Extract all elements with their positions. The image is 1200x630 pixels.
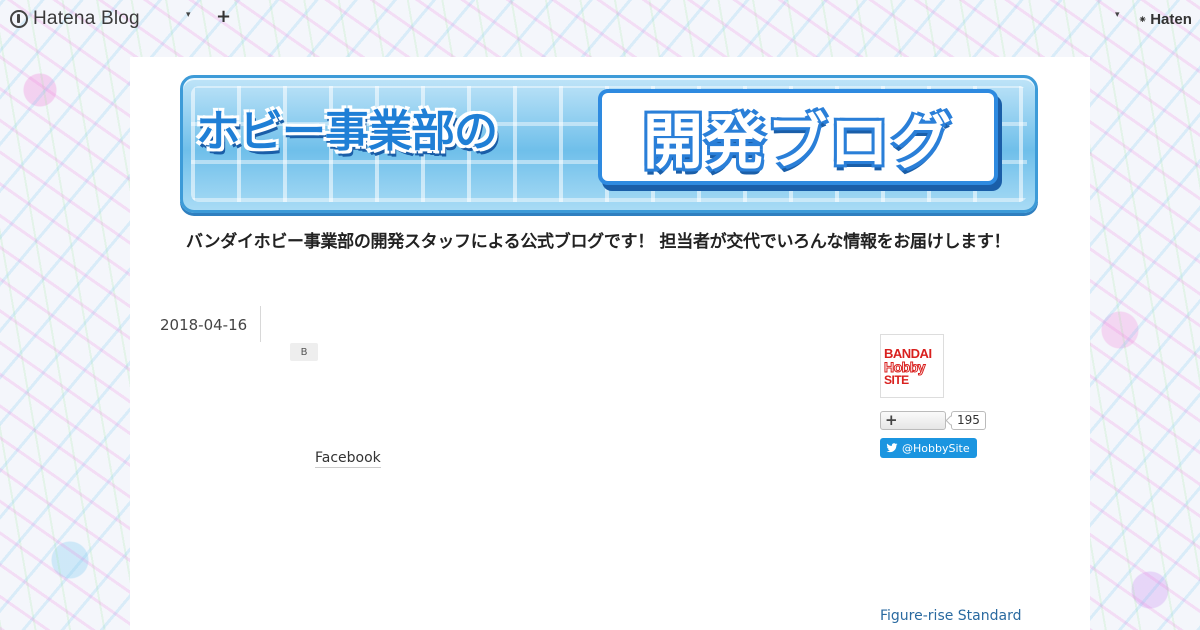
subscriber-count: 195 bbox=[951, 411, 986, 430]
blog-header-banner[interactable]: ホビー事業部の 開発ブログ バンダイホビー事業部の開発スタッフによる公式ブログで… bbox=[178, 67, 1045, 259]
entry-date[interactable]: 2018-04-16 bbox=[160, 316, 247, 334]
twitter-follow-button[interactable]: @HobbySite bbox=[880, 438, 977, 458]
facebook-share-link[interactable]: Facebook bbox=[315, 450, 381, 468]
twitter-handle-label: @HobbySite bbox=[902, 441, 970, 455]
banner-title-left: ホビー事業部の bbox=[196, 106, 498, 157]
new-post-button[interactable]: + bbox=[216, 6, 231, 27]
profile-logo-line3: SITE bbox=[884, 372, 909, 387]
profile-avatar[interactable]: BANDAI Hobby SITE bbox=[880, 334, 944, 398]
banner-title-right: 開発ブログ bbox=[643, 107, 953, 178]
hatena-logo-icon bbox=[10, 10, 28, 28]
global-header: Hatena Blog ▾ + ▾ ⁕ Haten bbox=[0, 0, 1200, 38]
date-divider bbox=[260, 306, 261, 342]
hatena-right-logo-text: Haten bbox=[1150, 11, 1192, 28]
hatena-wifi-icon: ⁕ bbox=[1138, 13, 1148, 26]
right-menu-caret-icon[interactable]: ▾ bbox=[1115, 10, 1120, 20]
subscribe-button[interactable]: + bbox=[880, 411, 946, 430]
sidebar-category-link[interactable]: Figure-rise Standard bbox=[880, 608, 1022, 624]
hatena-bookmark-button[interactable]: B bbox=[290, 343, 318, 361]
blog-tagline: バンダイホビー事業部の開発スタッフによる公式ブログです！ 担当者が交代でいろんな… bbox=[186, 232, 1011, 252]
profile-logo-line1: BANDAI bbox=[884, 345, 932, 361]
blog-container: ホビー事業部の 開発ブログ バンダイホビー事業部の開発スタッフによる公式ブログで… bbox=[130, 57, 1090, 630]
hatena-blog-logo[interactable]: Hatena Blog bbox=[10, 8, 140, 30]
twitter-bird-icon bbox=[886, 443, 898, 453]
hatena-right-logo[interactable]: ⁕ Haten bbox=[1138, 11, 1192, 28]
profile-logo-line2: Hobby bbox=[884, 358, 927, 375]
menu-caret-icon[interactable]: ▾ bbox=[186, 10, 191, 20]
banner-title-right-box: 開発ブログ bbox=[598, 89, 998, 185]
hatena-blog-logo-text: Hatena Blog bbox=[33, 8, 140, 29]
